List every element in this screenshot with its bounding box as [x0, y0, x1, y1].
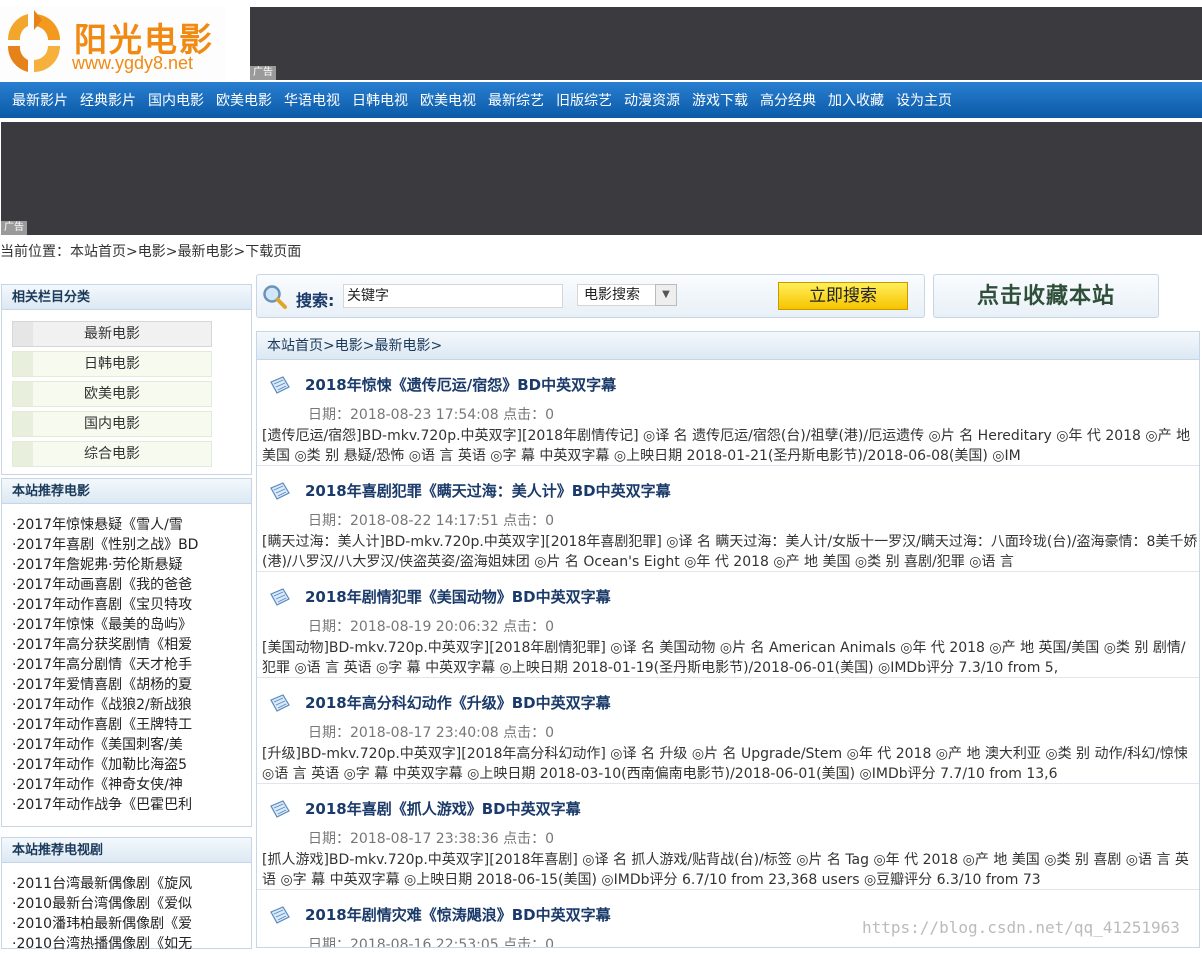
movie-title-link[interactable]: 2018年惊悚《遗传厄运/宿怨》BD中英双字幕: [305, 374, 616, 395]
nav-link[interactable]: 欧美电视: [420, 90, 476, 110]
recommended-movie-link[interactable]: ·2017年动作《加勒比海盗5: [12, 755, 248, 775]
movie-meta: 日期：2018-08-17 23:38:36 点击：0: [308, 831, 555, 847]
recommended-tv-list: ·2011台湾最新偶像剧《旋风 ·2010最新台湾偶像剧《爱似 ·2010潘玮柏最新…: [2, 863, 251, 954]
category-box-title: 相关栏目分类: [2, 285, 251, 310]
movie-meta: 日期：2018-08-22 14:17:51 点击：0: [308, 513, 555, 529]
category-item[interactable]: 国内电影: [12, 411, 212, 437]
ad-tag: 广告: [1, 221, 27, 235]
movie-meta: 日期：2018-08-19 20:06:32 点击：0: [308, 619, 555, 635]
bookmark-site-button[interactable]: 点击收藏本站: [933, 274, 1159, 318]
recommended-movie-link[interactable]: ·2017年动作《战狼2/新战狼: [12, 695, 248, 715]
category-item[interactable]: 综合电影: [12, 441, 212, 467]
recommended-movie-link[interactable]: ·2017年高分剧情《天才枪手: [12, 655, 248, 675]
movie-description: [美国动物]BD-mkv.720p.中英双字][2018年剧情犯罪] ◎译 名 …: [262, 640, 1186, 676]
nav-link[interactable]: 最新影片: [12, 90, 68, 110]
nav-link[interactable]: 经典影片: [80, 90, 136, 110]
list-item: 2018年惊悚《遗传厄运/宿怨》BD中英双字幕日期：2018-08-23 17:…: [257, 360, 1199, 466]
recommended-movie-link[interactable]: ·2017年动作战争《巴霍巴利: [12, 795, 248, 815]
nav-link[interactable]: 旧版综艺: [556, 90, 612, 110]
category-item[interactable]: 最新电影: [12, 321, 212, 347]
nav-link[interactable]: 华语电视: [284, 90, 340, 110]
watermark: https://blog.csdn.net/qq_41251963: [862, 918, 1180, 937]
list-item: 2018年喜剧犯罪《瞒天过海：美人计》BD中英双字幕日期：2018-08-22 …: [257, 466, 1199, 572]
main-nav: 最新影片 经典影片 国内电影 欧美电影 华语电视 日韩电视 欧美电视 最新综艺 旧版综艺 动漫资源…: [0, 82, 1202, 118]
movie-title-link[interactable]: 2018年喜剧犯罪《瞒天过海：美人计》BD中英双字幕: [305, 480, 671, 501]
nav-link[interactable]: 欧美电影: [216, 90, 272, 110]
recommended-movie-link[interactable]: ·2017年高分获奖剧情《相爱: [12, 635, 248, 655]
recommended-movie-link[interactable]: ·2017年动作喜剧《王牌特工: [12, 715, 248, 735]
recommended-movie-link[interactable]: ·2017年惊悚悬疑《雪人/雪: [12, 515, 248, 535]
recommended-tv-link[interactable]: ·2010最新台湾偶像剧《爱似: [12, 894, 248, 914]
category-item[interactable]: 欧美电影: [12, 381, 212, 407]
chevron-down-icon[interactable]: ▼: [655, 284, 677, 306]
movie-list-panel: 本站首页>电影>最新电影> 2018年惊悚《遗传厄运/宿怨》BD中英双字幕日期：…: [256, 331, 1200, 948]
recommended-tv-box: 本站推荐电视剧 ·2011台湾最新偶像剧《旋风 ·2010最新台湾偶像剧《爱似 ·2…: [1, 837, 252, 952]
nav-link[interactable]: 设为主页: [896, 90, 952, 110]
recommended-movie-link[interactable]: ·2017年詹妮弗·劳伦斯悬疑: [12, 555, 248, 575]
nav-link[interactable]: 国内电影: [148, 90, 204, 110]
logo-url: www.ygdy8.net: [72, 53, 194, 73]
movie-title-link[interactable]: 2018年高分科幻动作《升级》BD中英双字幕: [305, 692, 611, 713]
nav-link[interactable]: 高分经典: [760, 90, 816, 110]
search-bar: 搜索: 关键字 电影搜索 ▼ 立即搜索: [256, 274, 925, 318]
recommended-tv-link[interactable]: ·2010潘玮柏最新偶像剧《爱: [12, 914, 248, 934]
nav-link[interactable]: 加入收藏: [828, 90, 884, 110]
recommended-movies-title: 本站推荐电影: [2, 479, 251, 504]
search-label: 搜索:: [296, 291, 335, 310]
search-type-value: 电影搜索: [584, 287, 640, 303]
header: 阳光电影 www.ygdy8.net 广告: [0, 0, 1202, 82]
movie-meta: 日期：2018-08-16 22:53:05 点击：0: [308, 937, 555, 948]
middle-ad-banner[interactable]: 广告: [1, 122, 1202, 235]
logo-icon: [7, 10, 60, 72]
document-icon: [270, 906, 290, 924]
movie-title-link[interactable]: 2018年喜剧《抓人游戏》BD中英双字幕: [305, 798, 581, 819]
list-item: 2018年喜剧《抓人游戏》BD中英双字幕日期：2018-08-17 23:38:…: [257, 784, 1199, 890]
movie-title-link[interactable]: 2018年剧情犯罪《美国动物》BD中英双字幕: [305, 586, 611, 607]
recommended-movie-link[interactable]: ·2017年喜剧《性别之战》BD: [12, 535, 248, 555]
document-icon: [270, 694, 290, 712]
recommended-tv-link[interactable]: ·2011台湾最新偶像剧《旋风: [12, 874, 248, 894]
search-type-select[interactable]: 电影搜索 ▼: [577, 284, 677, 306]
list-breadcrumb[interactable]: 本站首页>电影>最新电影>: [257, 332, 1199, 360]
document-icon: [270, 800, 290, 818]
movie-description: [遗传厄运/宿怨]BD-mkv.720p.中英双字][2018年剧情传记] ◎译…: [262, 428, 1191, 464]
ad-tag: 广告: [250, 66, 276, 80]
recommended-movies-box: 本站推荐电影 ·2017年惊悚悬疑《雪人/雪 ·2017年喜剧《性别之战》BD ·2…: [1, 478, 252, 827]
movie-description: [升级]BD-mkv.720p.中英双字][2018年高分科幻动作] ◎译 名 …: [262, 746, 1188, 782]
search-input[interactable]: 关键字: [343, 284, 563, 308]
breadcrumb: 当前位置：本站首页>电影>最新电影>下载页面: [0, 244, 302, 260]
nav-link[interactable]: 日韩电视: [352, 90, 408, 110]
movie-meta: 日期：2018-08-17 23:40:08 点击：0: [308, 725, 555, 741]
document-icon: [270, 376, 290, 394]
search-button[interactable]: 立即搜索: [778, 282, 908, 310]
top-ad-banner[interactable]: 广告: [250, 7, 1202, 80]
movie-title-link[interactable]: 2018年剧情灾难《惊涛飓浪》BD中英双字幕: [305, 904, 611, 925]
document-icon: [270, 588, 290, 606]
recommended-movie-link[interactable]: ·2017年动作《神奇女侠/神: [12, 775, 248, 795]
movie-description: [抓人游戏]BD-mkv.720p.中英双字][2018年喜剧] ◎译 名 抓人…: [262, 852, 1189, 888]
movie-meta: 日期：2018-08-23 17:54:08 点击：0: [308, 407, 555, 423]
list-item: 2018年剧情犯罪《美国动物》BD中英双字幕日期：2018-08-19 20:0…: [257, 572, 1199, 678]
recommended-movie-link[interactable]: ·2017年动作《美国刺客/美: [12, 735, 248, 755]
recommended-tv-link[interactable]: ·2010台湾热播偶像剧《如无: [12, 934, 248, 954]
category-list: 最新电影日韩电影欧美电影国内电影综合电影: [2, 310, 251, 467]
nav-link[interactable]: 游戏下载: [692, 90, 748, 110]
site-logo[interactable]: 阳光电影 www.ygdy8.net: [0, 7, 225, 80]
recommended-movie-link[interactable]: ·2017年惊悚《最美的岛屿》: [12, 615, 248, 635]
category-box: 相关栏目分类 最新电影日韩电影欧美电影国内电影综合电影: [1, 284, 252, 475]
nav-link[interactable]: 最新综艺: [488, 90, 544, 110]
category-item[interactable]: 日韩电影: [12, 351, 212, 377]
recommended-movie-link[interactable]: ·2017年动画喜剧《我的爸爸: [12, 575, 248, 595]
document-icon: [270, 482, 290, 500]
recommended-movie-link[interactable]: ·2017年爱情喜剧《胡杨的夏: [12, 675, 248, 695]
recommended-tv-title: 本站推荐电视剧: [2, 838, 251, 863]
list-item: 2018年高分科幻动作《升级》BD中英双字幕日期：2018-08-17 23:4…: [257, 678, 1199, 784]
nav-link[interactable]: 动漫资源: [624, 90, 680, 110]
movie-description: [瞒天过海：美人计]BD-mkv.720p.中英双字][2018年喜剧犯罪] ◎…: [262, 534, 1198, 570]
magnifier-icon: [263, 285, 287, 309]
recommended-movie-link[interactable]: ·2017年动作喜剧《宝贝特攻: [12, 595, 248, 615]
recommended-movies-list: ·2017年惊悚悬疑《雪人/雪 ·2017年喜剧《性别之战》BD ·2017年詹妮弗…: [2, 504, 251, 815]
